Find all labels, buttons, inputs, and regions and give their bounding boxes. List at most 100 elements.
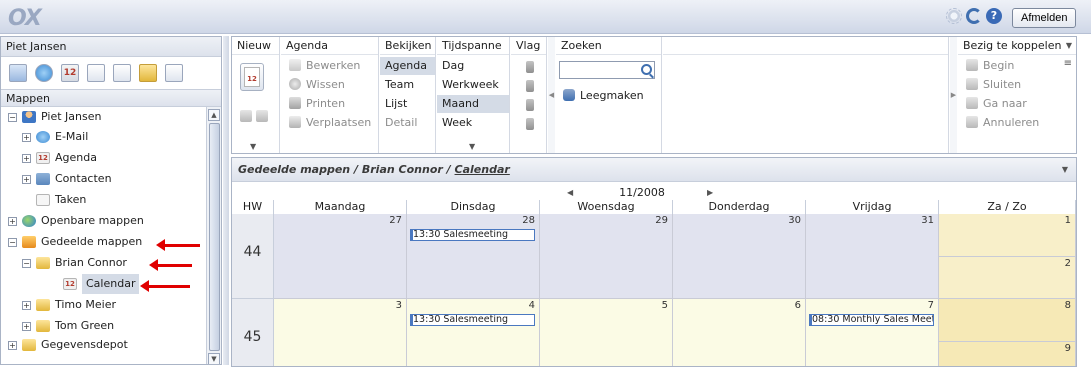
weekend-cell[interactable]: 8 — [939, 299, 1076, 342]
appointment[interactable]: 13:30 Salesmeeting — [410, 229, 535, 241]
appointment[interactable]: 08:30 Monthly Sales Meeti — [809, 314, 934, 326]
tree-item-tom-green[interactable]: + Tom Green — [22, 316, 114, 336]
app-logo: OX — [8, 6, 42, 31]
scroll-thumb[interactable] — [209, 123, 220, 351]
new-appointment-button[interactable]: 12 — [240, 63, 264, 91]
flag-icon[interactable] — [526, 99, 534, 111]
menu-icon[interactable]: ≡ — [1064, 58, 1072, 69]
day-column-header: Woensdag — [540, 200, 673, 214]
expand-toggle-icon[interactable]: + — [8, 340, 17, 350]
day-cell[interactable]: 31 — [806, 214, 939, 299]
annotation-arrow — [149, 259, 192, 271]
help-icon[interactable]: ? — [986, 8, 1002, 24]
left-panel: Piet Jansen 12 Mappen − Piet Jansen + E-… — [0, 36, 222, 365]
chevron-down-icon[interactable]: ▼ — [1062, 158, 1068, 182]
tree-item-contacts[interactable]: + Contacten — [22, 169, 112, 189]
tree-item-timo-meier[interactable]: + Timo Meier — [22, 295, 116, 315]
expand-toggle-icon[interactable]: + — [22, 321, 31, 331]
link-cancel-button[interactable]: Annuleren — [966, 114, 1039, 132]
print-button[interactable]: Printen — [289, 95, 345, 113]
clear-search-button[interactable]: Leegmaken — [563, 87, 644, 105]
scroll-down-icon[interactable]: ▼ — [208, 353, 220, 364]
day-cell[interactable]: 27 — [274, 214, 407, 299]
view-list-option[interactable]: Lijst — [385, 95, 407, 113]
expand-toggle-icon[interactable]: + — [22, 174, 31, 184]
tree-item-tasks[interactable]: Taken — [36, 190, 86, 210]
expand-toggle-icon[interactable]: + — [8, 216, 17, 226]
prev-month-icon[interactable]: ◀ — [567, 186, 573, 200]
breadcrumb-folder[interactable]: Calendar — [455, 163, 510, 176]
day-cell[interactable]: 6 — [673, 299, 806, 366]
edit-button[interactable]: Bewerken — [289, 57, 360, 75]
span-workweek-option[interactable]: Werkweek — [442, 76, 499, 94]
link-close-button[interactable]: Sluiten — [966, 76, 1021, 94]
infostore-module-icon[interactable] — [139, 64, 157, 82]
tree-item-agenda[interactable]: + 12 Agenda — [22, 148, 97, 168]
tree-item-email[interactable]: + E-Mail — [22, 127, 88, 147]
tree-item-brian-connor[interactable]: − Brian Connor — [22, 253, 127, 273]
next-month-icon[interactable]: ▶ — [707, 186, 713, 200]
collapse-handle-icon[interactable]: ◀ — [548, 37, 555, 153]
tree-scrollbar[interactable]: ▲ ▼ — [206, 107, 221, 364]
scroll-up-icon[interactable]: ▲ — [208, 109, 220, 121]
search-field[interactable] — [559, 61, 655, 79]
flag-icon[interactable] — [526, 61, 534, 73]
settings-module-icon[interactable] — [165, 64, 183, 82]
day-cell[interactable]: 3 — [274, 299, 407, 366]
day-cell[interactable]: 30 — [673, 214, 806, 299]
expand-toggle-icon[interactable]: + — [22, 300, 31, 310]
link-begin-button[interactable]: Begin — [966, 57, 1014, 75]
move-button[interactable]: Verplaatsen — [289, 114, 371, 132]
tree-item-piet-jansen[interactable]: − Piet Jansen — [8, 107, 101, 127]
refresh-icon[interactable] — [966, 8, 982, 24]
logout-button[interactable]: Afmelden — [1012, 8, 1077, 28]
delete-button[interactable]: Wissen — [289, 76, 345, 94]
search-icon[interactable] — [641, 64, 652, 75]
tree-item-calendar[interactable]: 12 Calendar — [63, 274, 140, 294]
day-cell[interactable]: 5 — [540, 299, 673, 366]
span-day-option[interactable]: Dag — [442, 57, 464, 75]
collapse-toggle-icon[interactable]: − — [8, 237, 17, 247]
weekend-cell[interactable]: 9 — [939, 342, 1076, 366]
flag-icon[interactable] — [526, 118, 534, 130]
weekend-cell[interactable]: 1 — [939, 214, 1076, 257]
contacts-icon[interactable] — [256, 110, 268, 122]
appointment[interactable]: 13:30 Salesmeeting — [410, 314, 535, 326]
collapse-toggle-icon[interactable]: − — [8, 112, 17, 122]
tree-item-infostore[interactable]: + Gegevensdepot — [8, 338, 128, 352]
day-cell[interactable]: 4 13:30 Salesmeeting — [407, 299, 540, 366]
tree-item-shared-folders[interactable]: − Gedeelde mappen — [8, 232, 142, 252]
view-calendar-option[interactable]: Agenda — [380, 57, 435, 75]
tasks-module-icon[interactable] — [113, 64, 131, 82]
panel-splitter[interactable] — [223, 36, 229, 365]
day-cell[interactable]: 7 08:30 Monthly Sales Meeti — [806, 299, 939, 366]
week-number[interactable]: 45 — [232, 299, 274, 366]
view-team-option[interactable]: Team — [385, 76, 414, 94]
span-month-option[interactable]: Maand — [437, 95, 509, 113]
home-icon[interactable] — [9, 64, 27, 82]
collapse-toggle-icon[interactable]: − — [22, 258, 31, 268]
breadcrumb-user[interactable]: Brian Connor — [362, 163, 443, 176]
week-number[interactable]: 44 — [232, 214, 274, 299]
expand-toggle-icon[interactable]: + — [22, 132, 31, 142]
weekend-cell[interactable]: 2 — [939, 257, 1076, 299]
expand-toggle-icon[interactable]: + — [22, 153, 31, 163]
view-detail-option[interactable]: Detail — [385, 114, 417, 132]
email-module-icon[interactable] — [35, 64, 53, 82]
chevron-down-icon[interactable]: ▼ — [1066, 41, 1072, 50]
span-week-option[interactable]: Week — [442, 114, 472, 132]
link-goto-button[interactable]: Ga naar — [966, 95, 1027, 113]
chevron-down-icon[interactable]: ▼ — [250, 142, 256, 151]
day-cell[interactable]: 28 13:30 Salesmeeting — [407, 214, 540, 299]
contacts-module-icon[interactable] — [87, 64, 105, 82]
day-number: 2 — [1064, 258, 1071, 269]
flag-icon[interactable] — [526, 80, 534, 92]
search-input[interactable] — [560, 62, 636, 78]
chevron-down-icon[interactable]: ▼ — [469, 142, 475, 151]
tree-item-public-folders[interactable]: + Openbare mappen — [8, 211, 144, 231]
collapse-handle-icon[interactable]: ▶ — [950, 37, 957, 153]
breadcrumb-root[interactable]: Gedeelde mappen — [238, 163, 350, 176]
appointment-icon[interactable] — [240, 110, 252, 122]
day-cell[interactable]: 29 — [540, 214, 673, 299]
calendar-module-icon[interactable]: 12 — [61, 64, 79, 82]
